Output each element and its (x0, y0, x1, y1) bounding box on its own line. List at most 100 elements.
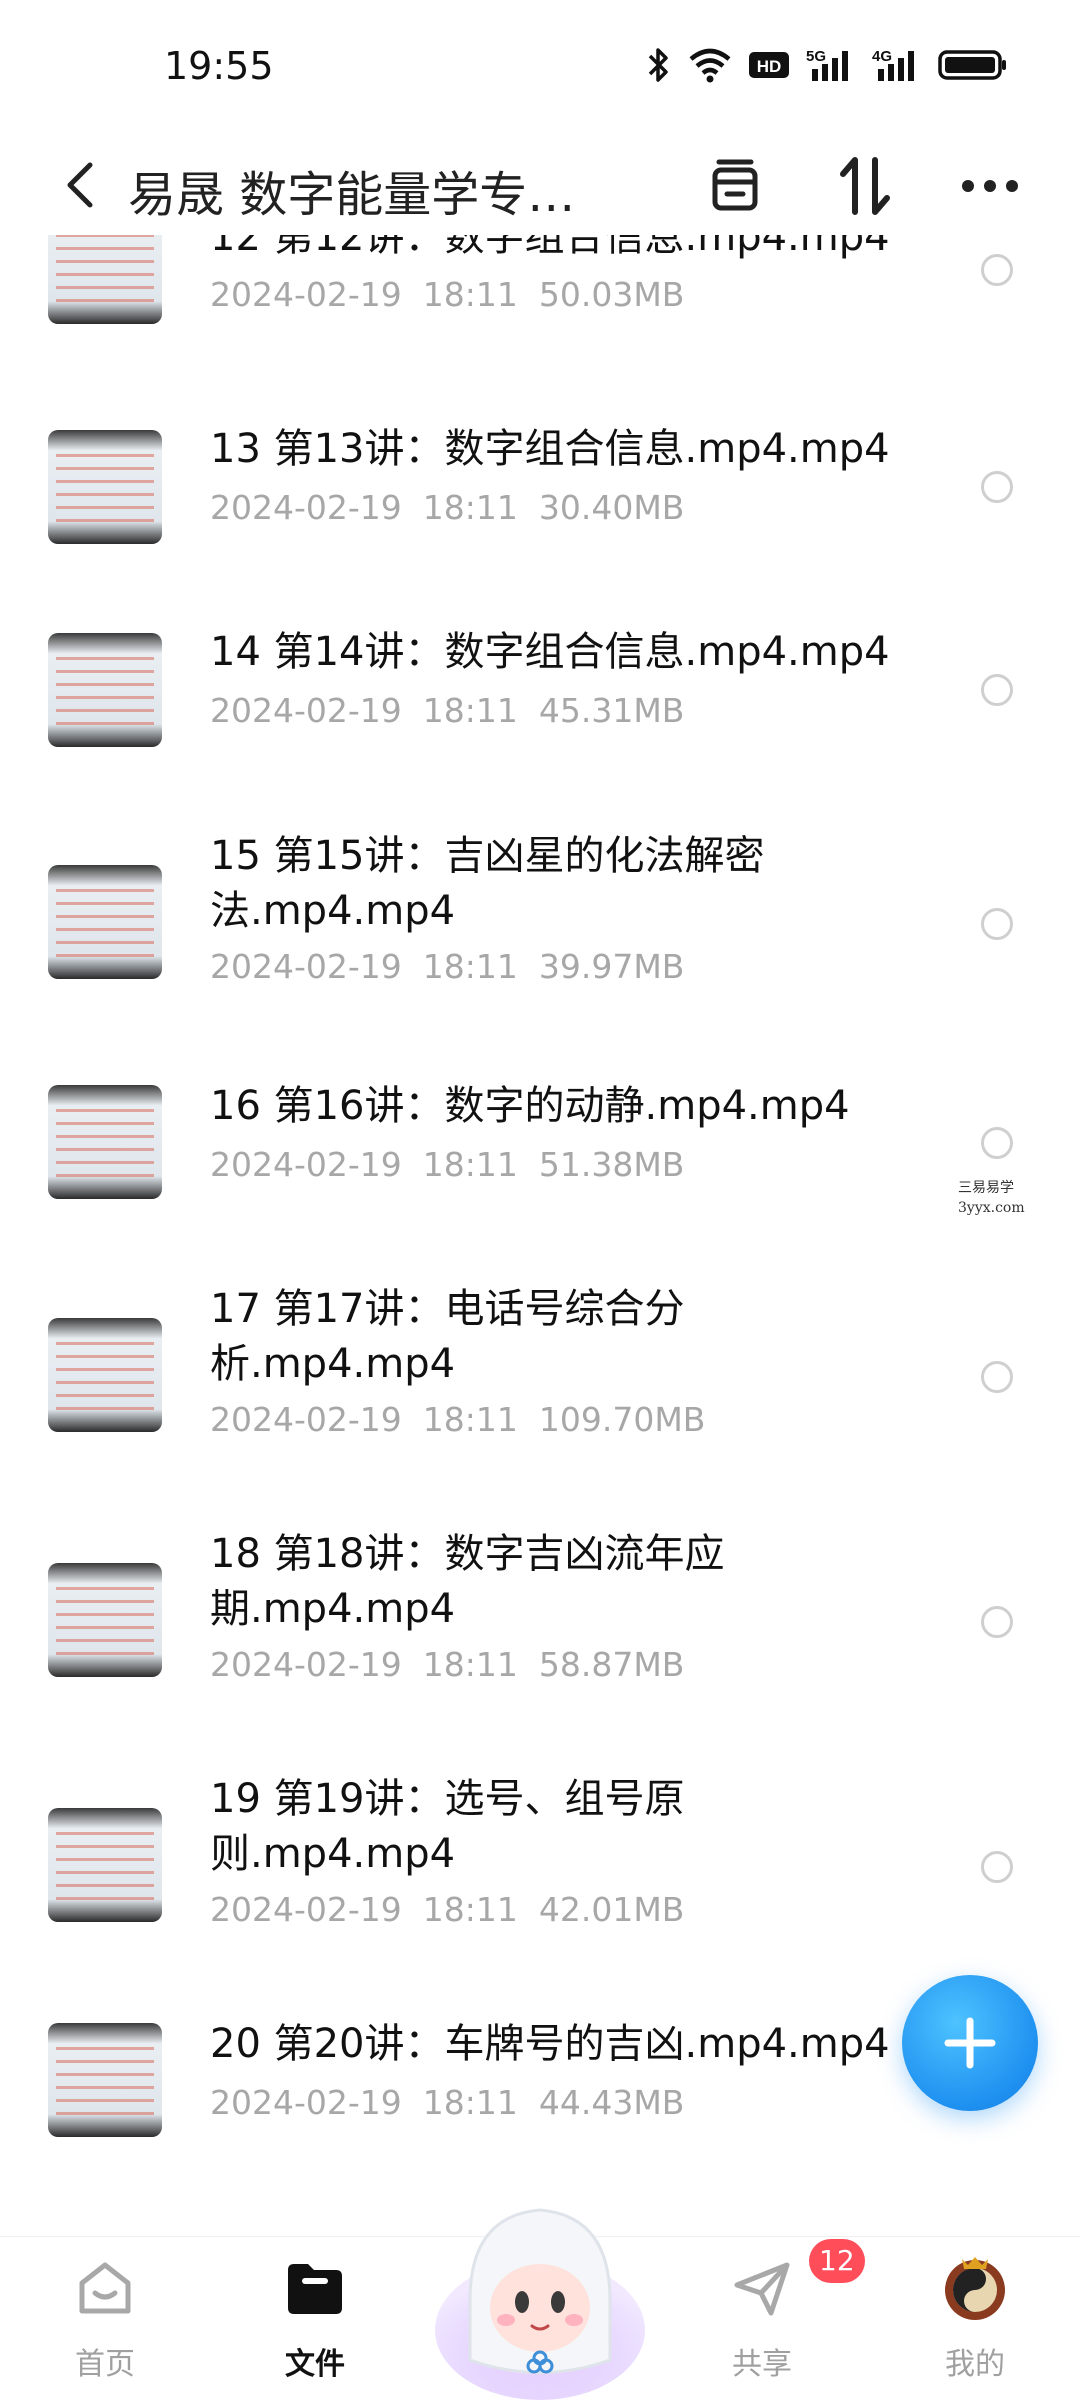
file-date: 2024-02-19 (210, 2083, 402, 2122)
file-time: 18:11 (422, 947, 518, 986)
video-thumbnail (48, 1563, 162, 1677)
file-date: 2024-02-19 (210, 947, 402, 986)
sort-button[interactable] (830, 151, 900, 221)
select-radio[interactable] (981, 1606, 1013, 1638)
select-radio[interactable] (981, 1851, 1013, 1883)
plus-icon (944, 2017, 996, 2069)
file-meta: 2024-02-19 18:11 39.97MB (210, 947, 684, 986)
back-button[interactable] (48, 153, 112, 217)
nav-mine-label: 我的 (945, 2347, 1005, 2382)
watermark: 三易易学 3yyx.com (958, 1178, 1025, 1218)
nav-mine[interactable]: 我的 (905, 2253, 1045, 2383)
file-name: 19 第19讲：选号、组号原则.mp4.mp4 (210, 1776, 685, 1877)
select-radio[interactable] (981, 1361, 1013, 1393)
status-bar: 19:55 HD 5G 4G (0, 0, 1080, 135)
avatar-icon (940, 2253, 1010, 2323)
file-meta: 2024-02-19 18:11 50.03MB (210, 275, 684, 314)
header-bar: 易晟 数字能量学专… (0, 135, 1080, 235)
share-icon: 12 (727, 2239, 865, 2323)
file-name: 15 第15讲：吉凶星的化法解密法.mp4.mp4 (210, 833, 765, 934)
file-name: 18 第18讲：数字吉凶流年应期.mp4.mp4 (210, 1531, 725, 1632)
more-icon (962, 180, 1018, 192)
archive-icon (712, 159, 758, 211)
video-thumbnail (48, 235, 162, 324)
file-row[interactable]: 17 第17讲：电话号综合分析.mp4.mp4 2024-02-19 18:11… (0, 1286, 1080, 1488)
video-thumbnail (48, 1318, 162, 1432)
video-thumbnail (48, 2023, 162, 2137)
mascot-icon (435, 2208, 645, 2400)
video-thumbnail (48, 865, 162, 979)
file-time: 18:11 (422, 691, 518, 730)
nav-home-label: 首页 (75, 2347, 135, 2382)
archive-button[interactable] (700, 151, 770, 221)
file-size: 30.40MB (538, 488, 685, 527)
file-meta: 2024-02-19 18:11 30.40MB (210, 488, 684, 527)
nav-share-label: 共享 (732, 2347, 792, 2382)
signal-4g-icon: 4G (872, 47, 922, 83)
file-date: 2024-02-19 (210, 1890, 402, 1929)
video-thumbnail (48, 430, 162, 544)
file-name: 16 第16讲：数字的动静.mp4.mp4 (210, 1083, 850, 1129)
file-row[interactable]: 13 第13讲：数字组合信息.mp4.mp4 2024-02-19 18:11 … (0, 426, 1080, 580)
battery-icon (938, 48, 1008, 82)
select-radio[interactable] (981, 674, 1013, 706)
add-button[interactable] (902, 1975, 1038, 2111)
hd-icon: HD (748, 49, 790, 81)
select-radio[interactable] (981, 1127, 1013, 1159)
file-time: 18:11 (422, 1645, 518, 1684)
video-thumbnail (48, 1085, 162, 1199)
nav-files[interactable]: 文件 (245, 2253, 385, 2383)
file-size: 51.38MB (538, 1145, 685, 1184)
watermark-line2: 3yyx.com (958, 1200, 1025, 1216)
file-name: 20 第20讲：车牌号的吉凶.mp4.mp4 (210, 2021, 890, 2067)
file-date: 2024-02-19 (210, 488, 402, 527)
signal-5g-icon: 5G (806, 47, 856, 83)
file-row[interactable]: 18 第18讲：数字吉凶流年应期.mp4.mp4 2024-02-19 18:1… (0, 1531, 1080, 1733)
file-size: 39.97MB (538, 947, 685, 986)
select-radio[interactable] (981, 254, 1013, 286)
nav-files-label: 文件 (285, 2347, 345, 2382)
file-time: 18:11 (422, 275, 518, 314)
nav-home[interactable]: 首页 (35, 2253, 175, 2383)
file-size: 109.70MB (538, 1400, 706, 1439)
mascot-button[interactable] (430, 2180, 650, 2400)
file-list: 12 第12讲：数字组合信息.mp4.mp4 2024-02-19 18:11 … (0, 235, 1080, 2225)
status-icons: HD 5G 4G (646, 46, 1008, 84)
file-meta: 2024-02-19 18:11 51.38MB (210, 1145, 684, 1184)
file-date: 2024-02-19 (210, 275, 402, 314)
back-icon (67, 162, 93, 208)
share-badge: 12 (809, 2239, 865, 2283)
file-date: 2024-02-19 (210, 1400, 402, 1439)
file-time: 18:11 (422, 1890, 518, 1929)
file-row[interactable]: 15 第15讲：吉凶星的化法解密法.mp4.mp4 2024-02-19 18:… (0, 833, 1080, 1035)
file-row[interactable]: 14 第14讲：数字组合信息.mp4.mp4 2024-02-19 18:11 … (0, 629, 1080, 783)
sort-icon (840, 157, 890, 215)
file-meta: 2024-02-19 18:11 109.70MB (210, 1400, 705, 1439)
status-time: 19:55 (164, 44, 274, 88)
video-thumbnail (48, 1808, 162, 1922)
file-date: 2024-02-19 (210, 691, 402, 730)
bluetooth-icon (646, 46, 672, 84)
home-icon (70, 2253, 140, 2323)
file-time: 18:11 (422, 2083, 518, 2122)
select-radio[interactable] (981, 908, 1013, 940)
select-radio[interactable] (981, 471, 1013, 503)
file-time: 18:11 (422, 1145, 518, 1184)
file-meta: 2024-02-19 18:11 42.01MB (210, 1890, 684, 1929)
more-button[interactable] (955, 151, 1025, 221)
file-row[interactable]: 19 第19讲：选号、组号原则.mp4.mp4 2024-02-19 18:11… (0, 1776, 1080, 1978)
file-row[interactable]: 16 第16讲：数字的动静.mp4.mp4 2024-02-19 18:11 5… (0, 1083, 1080, 1235)
video-thumbnail (48, 633, 162, 747)
hd-label: HD (757, 57, 782, 76)
file-name: 13 第13讲：数字组合信息.mp4.mp4 (210, 426, 890, 472)
watermark-line1: 三易易学 (958, 1180, 1014, 1196)
file-size: 58.87MB (538, 1645, 685, 1684)
file-meta: 2024-02-19 18:11 45.31MB (210, 691, 684, 730)
file-date: 2024-02-19 (210, 1145, 402, 1184)
nav-share[interactable]: 12 共享 (692, 2239, 865, 2383)
file-name: 17 第17讲：电话号综合分析.mp4.mp4 (210, 1286, 685, 1387)
folder-icon (280, 2253, 350, 2323)
file-date: 2024-02-19 (210, 1645, 402, 1684)
file-row[interactable]: 12 第12讲：数字组合信息.mp4.mp4 2024-02-19 18:11 … (0, 235, 1080, 360)
file-size: 44.43MB (538, 2083, 685, 2122)
